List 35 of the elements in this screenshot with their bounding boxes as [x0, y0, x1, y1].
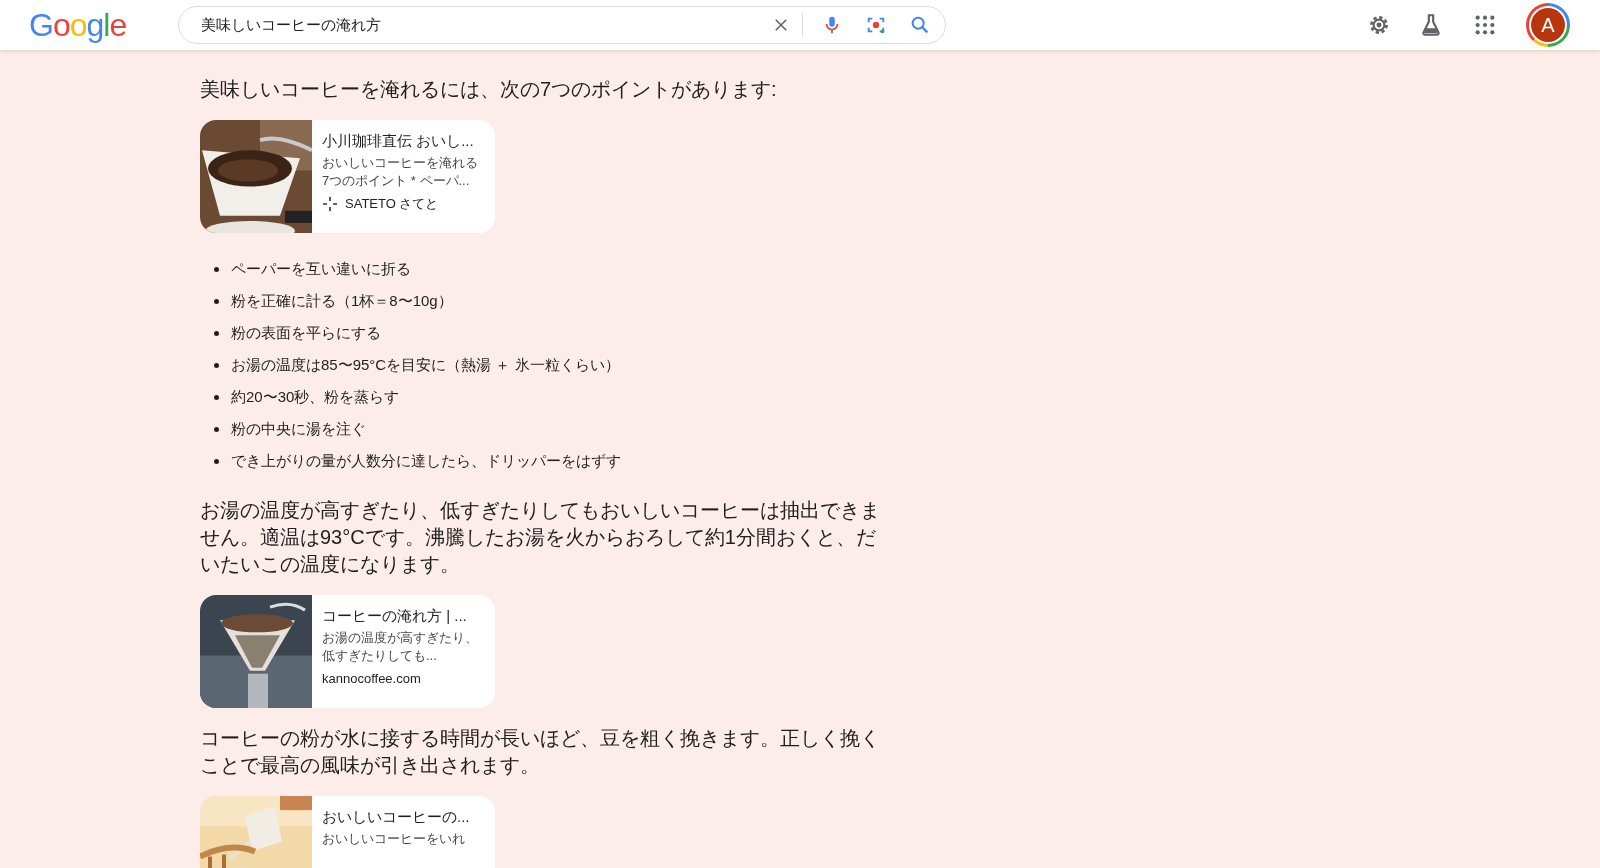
card-title: 小川珈琲直伝 おいし... [322, 131, 475, 151]
answer-text: 美味しいコーヒーを淹れるには、次の7つのポイントがあります: [200, 77, 778, 102]
card-snippet: お湯の温度が高すぎたり、低すぎたりしても... [322, 629, 479, 665]
card-title: おいしいコーヒーの... [322, 807, 471, 827]
list-item-text: 約20〜30秒、粉を蒸らす [231, 386, 400, 407]
apps-grid-icon[interactable] [1474, 14, 1496, 36]
list-item-text: 粉の表面を平らにする [231, 322, 381, 343]
source-card[interactable]: おいしいコーヒーの... おいしいコーヒーをいれ [200, 796, 495, 868]
card-snippet: おいしいコーヒーを淹れる7つのポイント * ペーパ... [322, 154, 479, 190]
card-title: コーヒーの淹れ方 | ... [322, 606, 468, 626]
bullet-icon [214, 394, 219, 400]
close-icon[interactable] [772, 16, 790, 34]
bullet-icon [214, 458, 219, 464]
answer-text: コーヒーの粉が水に接する時間が長いほど、豆を粗く挽きます。正しく挽くことで最高の風味が引き出されます。 [200, 726, 881, 778]
bullet-icon [214, 298, 219, 304]
bullet-icon [214, 362, 219, 368]
card-source: kannocoffee.com [322, 670, 421, 688]
bullet-icon [214, 426, 219, 432]
card-snippet: おいしいコーヒーをいれ [322, 830, 466, 848]
list-item-text: ペーパーを互い違いに折る [231, 258, 411, 279]
list-item-text: でき上がりの量が人数分に達したら、ドリッパーをはずす [231, 450, 621, 471]
list-item-text: お湯の温度は85〜95°Cを目安に（熱湯 ＋ 氷一粒くらい） [231, 354, 620, 375]
list-item-text: 粉を正確に計る（1杯＝8〜10g） [231, 290, 453, 311]
source-card[interactable]: コーヒーの淹れ方 | ... お湯の温度が高すぎたり、低すぎたりしても... kannocoffee.com [200, 595, 495, 708]
bullet-icon [214, 330, 219, 336]
card-source: SATETO さてと [345, 195, 439, 213]
google-logo[interactable]: Google [29, 9, 125, 41]
search-input[interactable]: 美味しいコーヒーの淹れ方 [201, 13, 772, 37]
source-card[interactable]: 小川珈琲直伝 おいし... おいしいコーヒーを淹れる7つのポイント * ペーパ... SATETO さてと [200, 120, 495, 233]
bullet-icon [214, 266, 219, 272]
avatar[interactable]: A [1526, 3, 1570, 47]
sparkle-icon [322, 196, 338, 212]
list-item-text: 粉の中央に湯を注ぐ [231, 418, 366, 439]
search-icon[interactable] [909, 14, 931, 36]
answer-text: お湯の温度が高すぎたり、低すぎたりしてもおいしいコーヒーは抽出できません。適温は93°Cです。沸騰したお湯を火からおろして約1分間おくと、だいたいこの温度になります。 [200, 498, 881, 577]
